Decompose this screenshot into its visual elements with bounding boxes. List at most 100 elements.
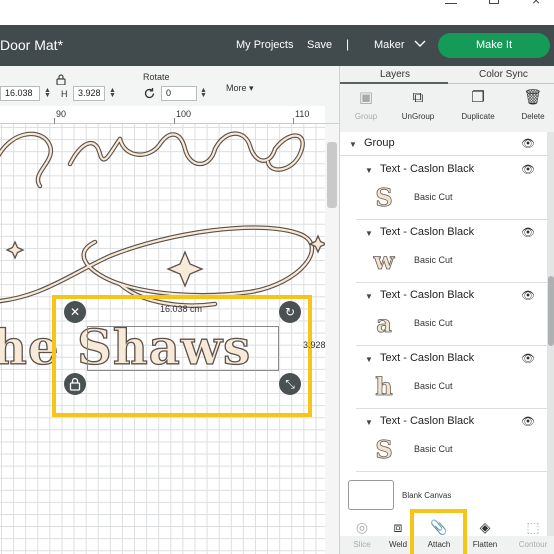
horizontal-ruler: 90 100 110 [0, 106, 325, 124]
minimize-icon[interactable] [445, 0, 457, 4]
eye-icon[interactable]: 👁 [521, 226, 535, 239]
contour-button[interactable]: ⬚ Contour [511, 518, 554, 549]
layer-thumbnail: a [376, 309, 392, 338]
caret-down-icon[interactable]: ▼ [365, 418, 373, 427]
flatten-button[interactable]: ◈ Flatten [463, 518, 507, 549]
machine-selector[interactable]: Maker [374, 39, 426, 51]
duplicate-icon: ❐ [471, 89, 485, 106]
lock-icon[interactable] [56, 74, 66, 85]
layer-item[interactable]: ▼ Text - Caslon Black 👁 S Basic Cut [356, 409, 547, 472]
group-label: Group [354, 112, 378, 121]
ruler-label: 90 [56, 109, 67, 119]
width-readout: 16.038 cm [160, 304, 203, 314]
layer-operation[interactable]: Basic Cut [414, 444, 453, 454]
layer-operation[interactable]: Basic Cut [414, 318, 453, 328]
ruler-label: 110 [295, 109, 310, 119]
layers-list: ▼ Group 👁 ▼ Text - Caslon Black 👁 S Basi… [340, 132, 547, 536]
layer-item[interactable]: ▼ Text - Caslon Black 👁 w Basic Cut [356, 220, 547, 283]
height-readout: 3.928 [303, 340, 326, 350]
flatten-icon: ◈ [479, 519, 491, 535]
caret-down-icon[interactable]: ▼ [365, 229, 373, 238]
eye-icon[interactable]: 👁 [521, 415, 535, 428]
trash-icon: 🗑 [523, 89, 543, 106]
caret-down-icon[interactable]: ▼ [349, 140, 357, 149]
contour-label: Contour [518, 540, 548, 549]
ungroup-icon: ⧉ [412, 89, 424, 106]
rotate-label: Rotate [143, 72, 170, 82]
blank-canvas-swatch[interactable] [348, 480, 394, 510]
more-menu[interactable]: More ▾ [226, 83, 254, 94]
layer-operation[interactable]: Basic Cut [414, 192, 453, 202]
rotate-stepper[interactable]: ▲ ▼ [200, 87, 207, 99]
lock-handle-icon[interactable] [64, 373, 86, 395]
group-row[interactable]: ▼ Group 👁 [340, 132, 547, 156]
caret-down-icon[interactable]: ▼ [365, 355, 373, 364]
maximize-icon[interactable] [489, 0, 499, 4]
layer-name: Text - Caslon Black [380, 226, 475, 238]
delete-label: Delete [521, 112, 545, 121]
ruler-label: 100 [176, 109, 192, 119]
caret-down-icon[interactable]: ▼ [365, 292, 373, 301]
layer-item[interactable]: ▼ Text - Caslon Black 👁 h Basic Cut [356, 346, 547, 409]
group-icon: ▣ [358, 89, 374, 106]
height-field[interactable]: 3.928 [73, 86, 105, 101]
eye-icon[interactable]: 👁 [521, 352, 535, 365]
blank-canvas-label: Blank Canvas [402, 491, 452, 500]
eye-icon[interactable]: 👁 [521, 137, 535, 150]
panel-tabs: Layers Color Sync [340, 66, 554, 84]
layer-item[interactable]: ▼ Text - Caslon Black 👁 a Basic Cut [356, 283, 547, 346]
layers-scrollbar[interactable] [547, 132, 554, 536]
flatten-label: Flatten [472, 540, 498, 549]
header-separator: | [346, 37, 350, 51]
my-projects-link[interactable]: My Projects [236, 39, 293, 51]
window-top-strip: × [0, 0, 554, 25]
contour-icon: ⬚ [526, 519, 540, 535]
more-label: More [226, 83, 247, 93]
eye-icon[interactable]: 👁 [521, 163, 535, 176]
attach-highlight [410, 509, 467, 554]
layer-thumbnail: h [375, 372, 393, 401]
layer-name: Text - Caslon Black [380, 352, 475, 364]
canvas-scroll-thumb[interactable] [327, 142, 337, 208]
layer-name: Text - Caslon Black [380, 415, 475, 427]
project-title: Door Mat* [0, 37, 64, 53]
caret-down-icon: ▾ [249, 83, 254, 93]
ungroup-button[interactable]: ⧉ UnGroup [392, 88, 444, 121]
rotate-handle-icon[interactable]: ↻ [279, 301, 301, 323]
rotate-field[interactable]: 0 [161, 86, 197, 101]
duplicate-label: Duplicate [461, 112, 495, 121]
group-label: Group [364, 137, 395, 149]
rotate-icon [144, 88, 155, 99]
delete-button[interactable]: 🗑 Delete [507, 88, 554, 121]
delete-handle-icon[interactable]: ✕ [64, 301, 86, 323]
tab-color-sync[interactable]: Color Sync [479, 69, 528, 80]
layer-thumbnail: S [375, 183, 393, 212]
machine-label: Maker [374, 39, 405, 51]
group-button[interactable]: ▣ Group [340, 88, 392, 121]
height-stepper[interactable]: ▲ ▼ [109, 87, 116, 99]
ungroup-label: UnGroup [401, 112, 435, 121]
resize-handle-icon[interactable]: ⤡ [279, 373, 301, 395]
make-it-button[interactable]: Make It [438, 33, 550, 58]
layer-item[interactable]: ▼ Text - Caslon Black 👁 S Basic Cut [356, 157, 547, 220]
canvas-scrollbar[interactable] [325, 124, 339, 554]
layer-name: Text - Caslon Black [380, 163, 475, 175]
tab-layers[interactable]: Layers [380, 69, 410, 80]
eye-icon[interactable]: 👁 [521, 289, 535, 302]
width-field[interactable]: 16.038 [0, 86, 40, 101]
width-stepper[interactable]: ▲ ▼ [44, 87, 51, 99]
close-icon[interactable]: × [532, 0, 540, 7]
duplicate-button[interactable]: ❐ Duplicate [452, 88, 504, 121]
layers-scroll-thumb[interactable] [548, 276, 554, 346]
layer-thumbnail: S [375, 435, 393, 464]
height-label: H [61, 89, 68, 99]
layer-thumbnail: w [373, 246, 395, 275]
save-button[interactable]: Save [307, 39, 332, 51]
app-header: Door Mat* My Projects Save | Maker Make … [0, 25, 554, 66]
layer-operation[interactable]: Basic Cut [414, 255, 453, 265]
layers-panel: Layers Color Sync ▣ Group ⧉ UnGroup ❐ Du… [339, 66, 554, 554]
caret-down-icon[interactable]: ▼ [365, 166, 373, 175]
chevron-down-icon [414, 40, 426, 47]
layer-name: Text - Caslon Black [380, 289, 475, 301]
layer-operation[interactable]: Basic Cut [414, 381, 453, 391]
